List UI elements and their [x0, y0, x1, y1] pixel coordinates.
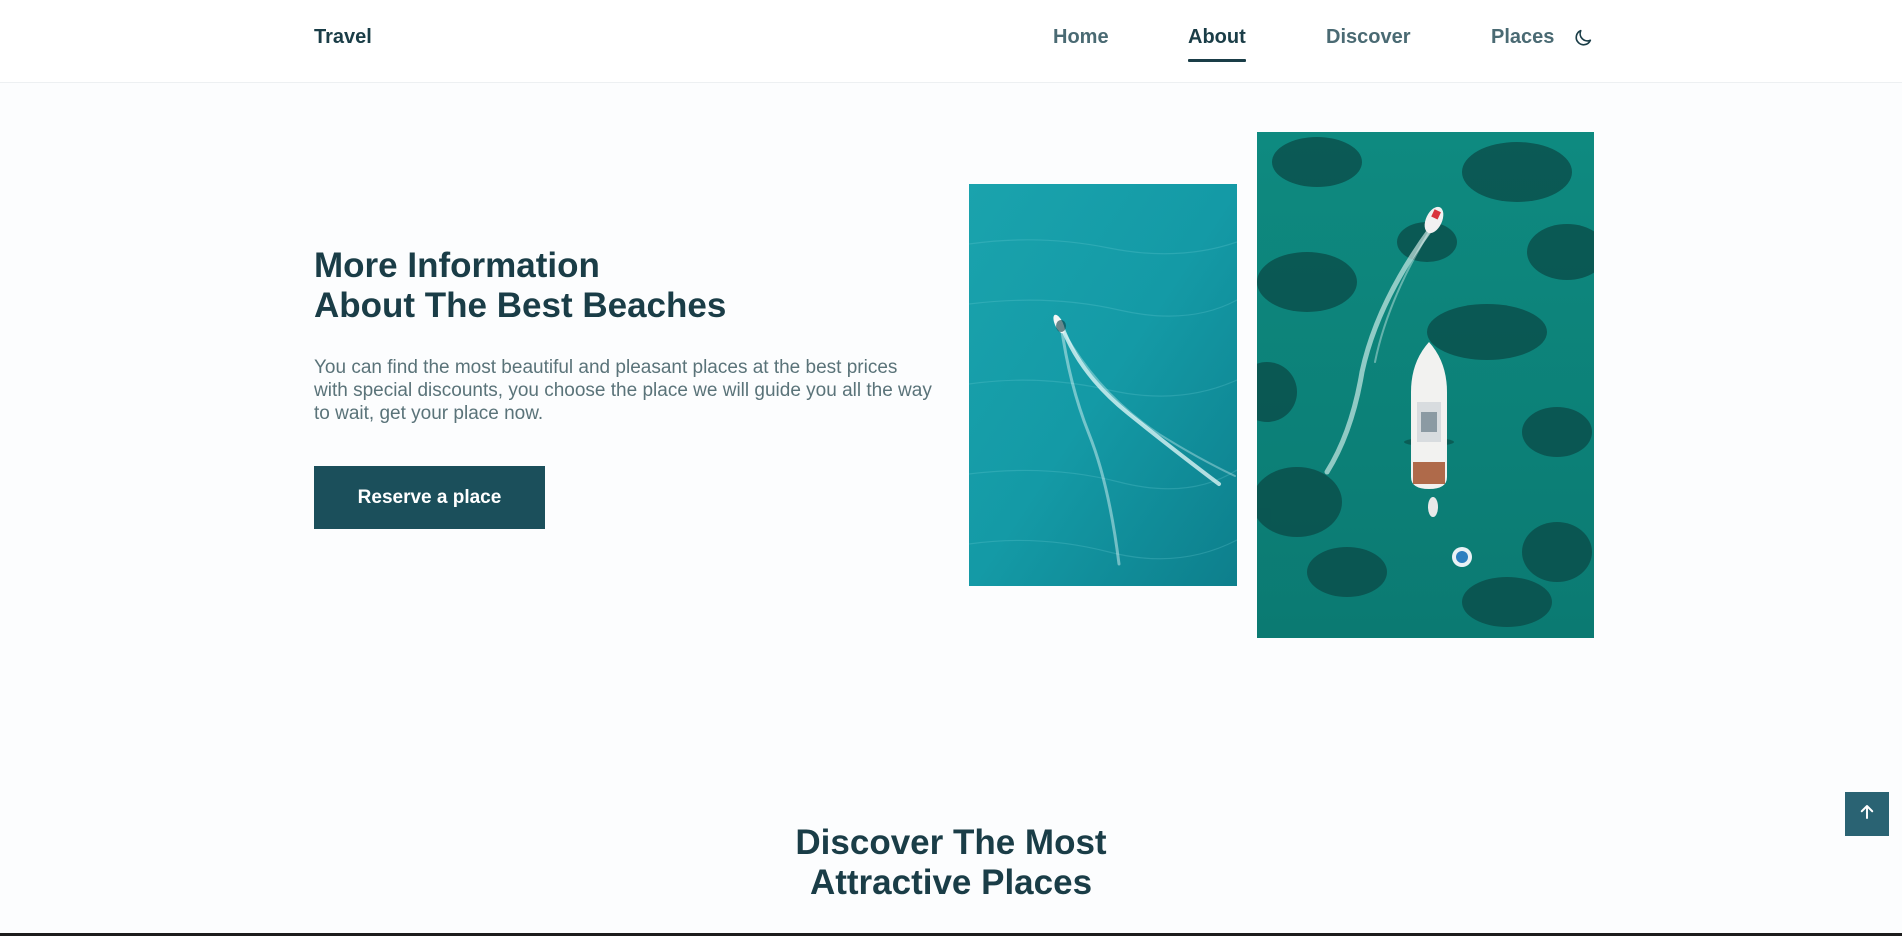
nav-about-label: About	[1188, 26, 1246, 48]
active-nav-underline	[1188, 59, 1246, 62]
nav-home[interactable]: Home	[1053, 26, 1109, 49]
about-description: You can find the most beautiful and plea…	[314, 357, 932, 424]
discover-title: Discover The Most Attractive Places	[651, 823, 1251, 903]
about-title-line-1: More Information	[314, 246, 600, 285]
nav-about[interactable]: About	[1188, 26, 1246, 62]
nav-discover[interactable]: Discover	[1326, 26, 1411, 49]
logo[interactable]: Travel	[314, 26, 372, 49]
moon-icon[interactable]	[1572, 27, 1594, 49]
scroll-up-button[interactable]	[1845, 792, 1889, 836]
site-header: Travel Home About Discover Places	[0, 0, 1902, 83]
about-title-line-2: About The Best Beaches	[314, 286, 727, 325]
arrow-up-icon	[1858, 803, 1876, 826]
nav-places[interactable]: Places	[1491, 26, 1554, 49]
about-title: More Information About The Best Beaches	[314, 246, 726, 326]
aerial-yacht-green-sea-photo	[1257, 132, 1594, 638]
reserve-place-button[interactable]: Reserve a place	[314, 466, 545, 529]
discover-title-line-2: Attractive Places	[809, 863, 1093, 902]
page: Travel Home About Discover Places More I…	[0, 0, 1902, 936]
discover-title-line-1: Discover The Most	[795, 823, 1107, 862]
aerial-boat-turquoise-photo	[969, 184, 1237, 586]
